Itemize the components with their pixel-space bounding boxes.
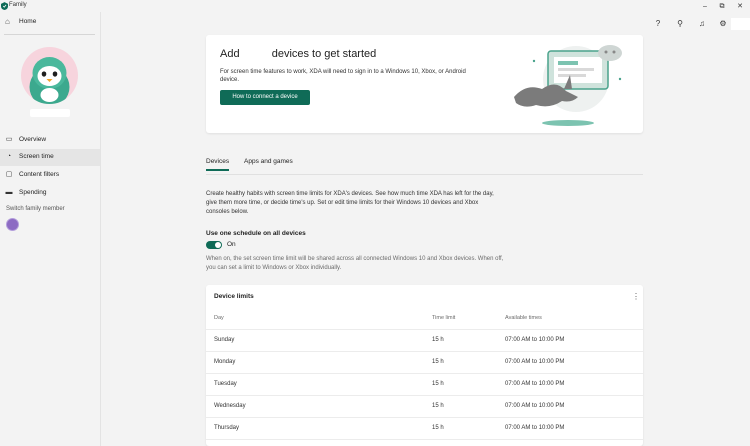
minimize-icon[interactable]: – — [700, 2, 710, 11]
penguin-avatar-icon — [29, 57, 70, 104]
column-header-available-times: Available times — [505, 315, 542, 321]
screen-time-icon: ◔ — [6, 153, 12, 160]
sidebar-item-content-filters[interactable]: ▢ Content filters — [0, 167, 100, 184]
member-name-redacted — [30, 109, 70, 117]
table-row[interactable]: Sunday 15 h 07:00 AM to 10:00 PM — [206, 330, 643, 351]
get-started-banner: Add devices to get started For screen ti… — [206, 35, 643, 133]
help-icon[interactable]: ? — [653, 19, 663, 29]
intro-text: Create healthy habits with screen time l… — [206, 191, 494, 215]
table-row[interactable]: Thursday 15 h 07:00 AM to 10:00 PM — [206, 418, 643, 439]
close-icon[interactable]: ✕ — [735, 2, 745, 11]
how-to-connect-button[interactable]: How to connect a device — [220, 90, 310, 105]
sidebar-item-label: Overview — [19, 136, 47, 143]
day-cell: Sunday — [214, 337, 235, 343]
sidebar-item-label: Content filters — [19, 171, 60, 178]
spending-icon: ▬ — [5, 189, 13, 196]
day-cell: Thursday — [214, 425, 240, 431]
available-times-cell: 07:00 AM to 10:00 PM — [505, 359, 565, 365]
schedule-label: Use one schedule on all devices — [206, 230, 306, 237]
sidebar-item-spending[interactable]: ▬ Spending — [0, 185, 100, 202]
avatar[interactable] — [21, 47, 78, 104]
sidebar-item-label: Spending — [19, 189, 47, 196]
devices-illustration-icon — [514, 45, 622, 126]
sidebar-item-screen-time[interactable]: ◔ Screen time — [0, 149, 100, 166]
sidebar: ⌂ Home ▭ Overview ◔ Screen time ▢ Conten… — [0, 12, 101, 446]
time-limit-cell: 15 h — [432, 381, 444, 387]
more-options-icon[interactable]: ⋮ — [632, 292, 640, 301]
available-times-cell: 07:00 AM to 10:00 PM — [505, 403, 565, 409]
column-header-day: Day — [214, 315, 224, 321]
tabs-divider — [206, 174, 643, 175]
device-limits-title: Device limits — [214, 293, 254, 300]
title-bar: Family – ⧉ ✕ — [0, 0, 750, 12]
table-row[interactable]: Tuesday 15 h 07:00 AM to 10:00 PM — [206, 374, 643, 395]
table-divider — [206, 439, 643, 440]
notifications-icon[interactable]: ♫ — [697, 19, 707, 29]
table-row[interactable]: Wednesday 15 h 07:00 AM to 10:00 PM — [206, 396, 643, 417]
available-times-cell: 07:00 AM to 10:00 PM — [505, 381, 565, 387]
home-label: Home — [19, 18, 37, 25]
device-limits-card: Device limits ⋮ Day Time limit Available… — [206, 285, 643, 446]
toggle-knob — [215, 242, 221, 248]
home-link[interactable]: ⌂ Home — [4, 16, 96, 28]
tab-devices[interactable]: Devices — [206, 158, 230, 171]
day-cell: Tuesday — [214, 381, 237, 387]
maximize-icon[interactable]: ⧉ — [717, 2, 727, 11]
banner-title: Add devices to get started — [220, 48, 377, 60]
overview-icon: ▭ — [5, 136, 13, 143]
sidebar-divider — [4, 34, 95, 35]
sidebar-item-label: Screen time — [19, 153, 54, 160]
tab-apps-and-games[interactable]: Apps and games — [244, 158, 293, 165]
available-times-cell: 07:00 AM to 10:00 PM — [505, 337, 565, 343]
home-icon: ⌂ — [5, 17, 10, 26]
app-title: Family — [9, 2, 27, 8]
time-limit-cell: 15 h — [432, 359, 444, 365]
time-limit-cell: 15 h — [432, 425, 444, 431]
family-logo-icon — [1, 2, 8, 10]
schedule-toggle[interactable] — [206, 241, 222, 249]
schedule-note: When on, the set screen time limit will … — [206, 256, 504, 271]
main-content: ? ⚲ ♫ ⚙ Add devices to get started For s… — [101, 12, 750, 446]
content-filters-icon: ▢ — [5, 171, 13, 178]
time-limit-cell: 15 h — [432, 337, 444, 343]
day-cell: Wednesday — [214, 403, 246, 409]
available-times-cell: 07:00 AM to 10:00 PM — [505, 425, 565, 431]
family-member-avatar[interactable] — [6, 218, 19, 231]
account-redacted — [731, 18, 750, 30]
banner-description: For screen time features to work, XDA wi… — [220, 69, 466, 83]
add-member-icon[interactable]: ⚲ — [675, 19, 685, 29]
sidebar-item-overview[interactable]: ▭ Overview — [0, 132, 100, 149]
table-row[interactable]: Monday 15 h 07:00 AM to 10:00 PM — [206, 352, 643, 373]
time-limit-cell: 15 h — [432, 403, 444, 409]
column-header-time-limit: Time limit — [432, 315, 456, 321]
switch-family-member-label: Switch family member — [6, 206, 65, 212]
toggle-state: On — [227, 241, 236, 248]
day-cell: Monday — [214, 359, 236, 365]
settings-icon[interactable]: ⚙ — [718, 19, 728, 29]
